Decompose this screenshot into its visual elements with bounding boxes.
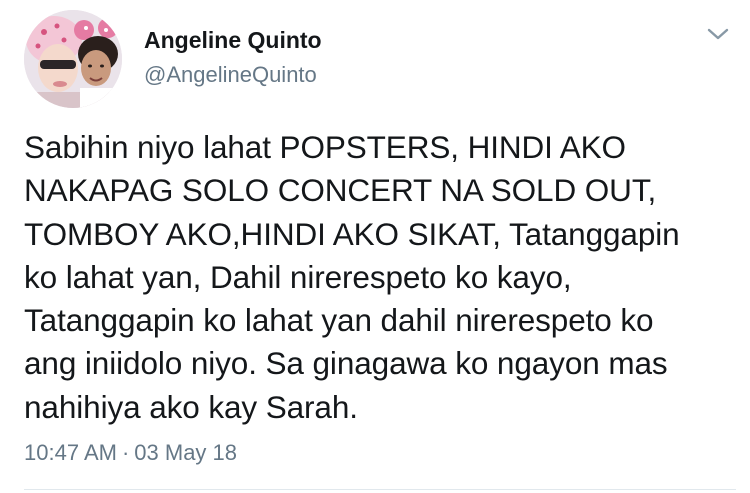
profile-photo-icon [24,10,122,108]
tweet-card: Angeline Quinto @AngelineQuinto Sabihin … [0,0,750,493]
tweet-time: 10:47 AM [24,440,117,465]
meta-separator: · [121,440,130,465]
user-handle[interactable]: @AngelineQuinto [144,62,317,88]
avatar[interactable] [24,10,122,108]
tweet-timestamp[interactable]: 10:47 AM · 03 May 18 [24,440,237,466]
tweet-text: Sabihin niyo lahat POPSTERS, HINDI AKO N… [24,129,680,425]
tweet-date: 03 May 18 [134,440,238,465]
chevron-down-icon[interactable] [706,26,730,42]
display-name[interactable]: Angeline Quinto [144,27,322,54]
divider [24,489,736,490]
